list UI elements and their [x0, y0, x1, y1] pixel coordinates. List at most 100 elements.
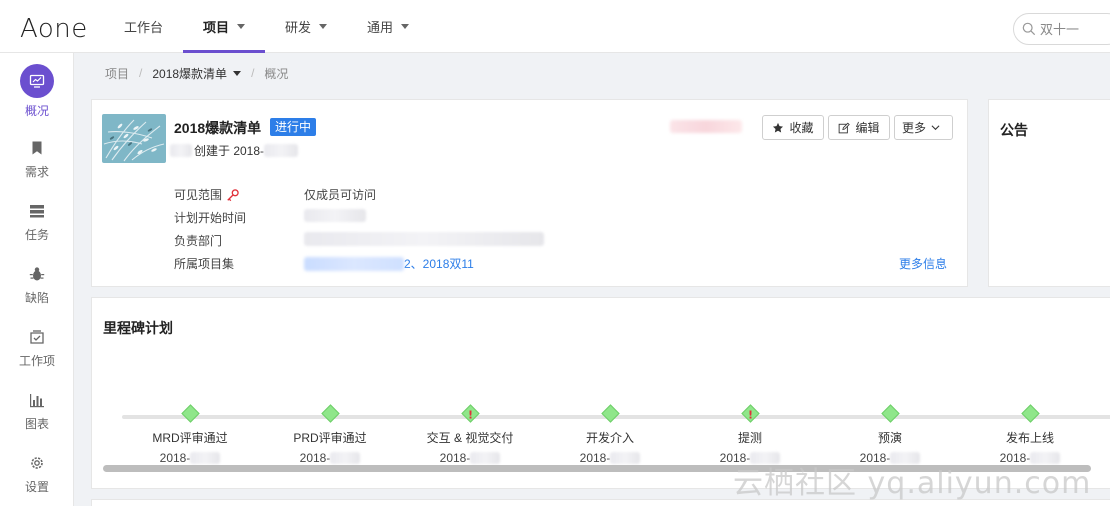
favorite-label: 收藏 — [789, 121, 814, 135]
redacted-date — [470, 452, 501, 464]
breadcrumb: 项目 / 2018爆款清单 / 概况 — [105, 64, 288, 82]
milestone-name: 提测 — [737, 431, 762, 445]
chevron-down-icon — [931, 125, 940, 131]
sidebar-item-settings[interactable]: 设置 — [0, 446, 74, 502]
status-badge: 进行中 — [270, 118, 317, 136]
collection-value: 2、2018双11 — [304, 255, 474, 272]
sidebar-item-label: 缺陷 — [24, 291, 49, 305]
milestone-item[interactable]: MRD评审通过 2018- — [120, 404, 260, 465]
milestone-done-icon — [1020, 404, 1040, 423]
milestone-date-text: 2018- — [299, 451, 331, 465]
visibility-value: 仅成员可访问 — [304, 188, 377, 202]
breadcrumb-page: 概况 — [264, 66, 289, 81]
department-value — [304, 232, 544, 246]
sidebar-item-requirements[interactable]: 需求 — [0, 131, 74, 187]
milestone-name: MRD评审通过 — [152, 431, 228, 445]
breadcrumb-separator: / — [251, 66, 255, 80]
bar-chart-icon — [27, 390, 47, 410]
milestone-name: 交互 & 视觉交付 — [426, 431, 514, 445]
breadcrumb-root[interactable]: 项目 — [105, 65, 129, 82]
milestone-date: 2018- — [540, 451, 680, 465]
milestone-date-text: 2018- — [579, 451, 611, 465]
start-time-value — [304, 209, 366, 222]
department-label: 负责部门 — [174, 234, 223, 248]
milestone-item[interactable]: PRD评审通过 2018- — [260, 404, 400, 465]
milestone-item[interactable]: ! 交互 & 视觉交付 2018- — [400, 404, 540, 465]
redacted-start-time — [304, 209, 366, 222]
milestone-name: 开发介入 — [585, 431, 634, 445]
milestone-title: 里程碑计划 — [103, 320, 173, 336]
search-box[interactable] — [1013, 13, 1110, 45]
milestone-item[interactable]: 预演 2018- — [820, 404, 960, 465]
nav-item-general[interactable]: 通用 — [347, 0, 429, 53]
star-icon — [773, 122, 784, 132]
main-nav: 工作台 项目 研发 通用 — [104, 0, 429, 53]
sidebar-item-label: 任务 — [24, 228, 49, 242]
milestone-item[interactable]: 开发介入 2018- — [540, 404, 680, 465]
edit-label: 编辑 — [855, 121, 880, 135]
sidebar-item-label: 工作项 — [18, 354, 55, 368]
breadcrumb-project[interactable]: 2018爆款清单 — [152, 65, 242, 82]
project-creator: 创建于 2018- — [170, 142, 299, 159]
milestone-done-icon — [600, 404, 620, 423]
caret-down-icon — [401, 24, 410, 29]
work-item-icon — [27, 327, 47, 347]
milestone-item[interactable]: ! 提测 2018- — [680, 404, 820, 465]
redacted-date — [264, 144, 299, 157]
more-button[interactable]: 更多 — [894, 115, 953, 140]
caret-down-icon — [233, 70, 242, 76]
more-label: 更多 — [901, 121, 926, 135]
sidebar-item-tasks[interactable]: 任务 — [0, 194, 74, 250]
search-input[interactable] — [1040, 21, 1110, 37]
sidebar-item-label: 概况 — [24, 103, 49, 118]
visibility-label: 可见范围 — [174, 188, 223, 202]
nav-item-workbench[interactable]: 工作台 — [104, 0, 183, 53]
top-bar: Aone 工作台 项目 研发 通用 — [0, 0, 1110, 53]
task-list-icon — [27, 201, 47, 221]
created-at-label: 创建于 2018- — [194, 144, 265, 158]
edit-button[interactable]: 编辑 — [828, 115, 890, 140]
sidebar-item-label: 需求 — [24, 165, 49, 179]
monitor-icon — [20, 63, 54, 98]
caret-down-icon — [237, 24, 246, 29]
app-logo[interactable]: Aone — [20, 14, 88, 44]
nav-item-dev[interactable]: 研发 — [265, 0, 347, 53]
collection-link[interactable]: 2、2018双11 — [404, 255, 474, 272]
milestone-name: 预演 — [877, 431, 902, 445]
nav-item-label: 项目 — [203, 20, 230, 35]
milestone-date-text: 2018- — [439, 451, 471, 465]
notice-card: 公告 — [988, 99, 1110, 287]
bug-icon — [27, 264, 47, 284]
milestone-item[interactable]: 发布上线 2018- — [960, 404, 1100, 465]
nav-item-label: 通用 — [367, 20, 394, 35]
sidebar-item-charts[interactable]: 图表 — [0, 383, 74, 439]
milestone-date: 2018- — [120, 451, 260, 465]
breadcrumb-separator: / — [139, 66, 143, 80]
visibility-row: 可见范围 — [174, 186, 240, 203]
project-card: 2018爆款清单 进行中 创建于 2018- 收藏 编辑 更多 可见范围 仅成员… — [91, 99, 968, 287]
nav-item-label: 工作台 — [124, 20, 164, 35]
milestone-done-icon — [320, 404, 340, 423]
milestone-done-icon — [180, 404, 200, 423]
nav-item-project[interactable]: 项目 — [183, 0, 266, 53]
more-info-link[interactable]: 更多信息 — [899, 255, 947, 272]
sidebar-item-work-items[interactable]: 工作项 — [0, 320, 74, 376]
milestone-warning-icon: ! — [740, 404, 760, 423]
sidebar-item-label: 设置 — [24, 480, 49, 494]
bookmark-icon — [27, 138, 47, 158]
gear-icon — [27, 453, 47, 473]
redacted-owner — [670, 120, 742, 133]
key-icon[interactable] — [226, 188, 240, 202]
nav-item-label: 研发 — [285, 20, 312, 35]
sidebar-item-label: 图表 — [24, 417, 49, 431]
redacted-date — [610, 452, 641, 464]
sidebar-item-bugs[interactable]: 缺陷 — [0, 257, 74, 313]
milestone-name: 发布上线 — [1005, 431, 1054, 445]
project-title: 2018爆款清单 — [174, 120, 262, 136]
sidebar-item-overview[interactable]: 概况 — [0, 59, 74, 123]
edit-icon — [839, 122, 851, 133]
milestone-name: PRD评审通过 — [293, 431, 367, 445]
redacted-collection — [304, 256, 404, 271]
redacted-name — [170, 144, 192, 157]
favorite-button[interactable]: 收藏 — [762, 115, 824, 140]
